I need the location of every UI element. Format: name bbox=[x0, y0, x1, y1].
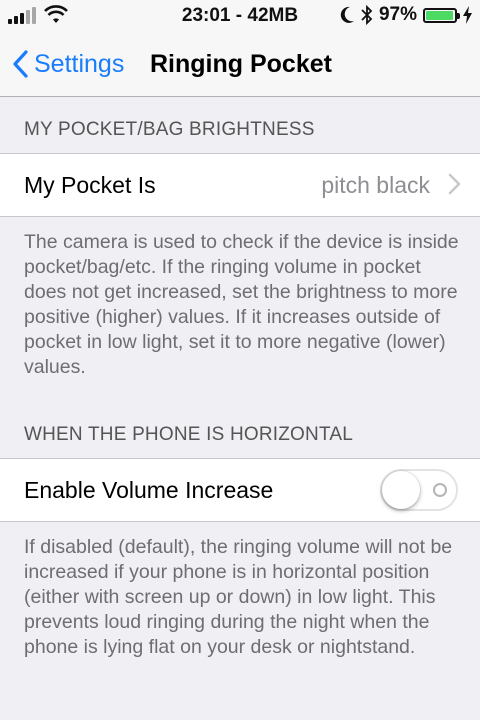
horizontal-footer-text: If disabled (default), the ringing volum… bbox=[24, 536, 453, 658]
my-pocket-is-cell[interactable]: My Pocket Is pitch black bbox=[0, 153, 480, 217]
moon-icon bbox=[340, 6, 354, 23]
toggle-knob bbox=[382, 471, 420, 509]
brightness-footer-text: The camera is used to check if the devic… bbox=[24, 231, 459, 378]
charging-icon bbox=[463, 6, 472, 24]
status-bar: 23:01 - 42MB 97% bbox=[0, 0, 480, 32]
enable-volume-increase-cell: Enable Volume Increase bbox=[0, 458, 480, 522]
my-pocket-is-value: pitch black bbox=[321, 172, 430, 198]
battery-fill bbox=[426, 10, 454, 20]
battery-icon bbox=[423, 7, 460, 23]
navigation-bar: Settings Ringing Pocket bbox=[0, 32, 480, 97]
enable-volume-increase-label: Enable Volume Increase bbox=[24, 477, 274, 503]
toggle-off-icon bbox=[433, 483, 447, 497]
bluetooth-icon bbox=[361, 5, 373, 25]
chevron-left-icon bbox=[13, 50, 28, 78]
page-title: Ringing Pocket bbox=[150, 50, 332, 78]
section-header-horizontal: WHEN THE PHONE IS HORIZONTAL bbox=[24, 424, 353, 445]
back-button-label: Settings bbox=[34, 49, 125, 78]
chevron-right-icon bbox=[448, 173, 461, 195]
my-pocket-is-label: My Pocket Is bbox=[24, 172, 156, 198]
enable-volume-increase-toggle[interactable] bbox=[380, 469, 458, 511]
battery-percent: 97% bbox=[378, 4, 417, 25]
section-header-brightness: MY POCKET/BAG BRIGHTNESS bbox=[24, 119, 315, 140]
back-button[interactable]: Settings bbox=[12, 46, 124, 82]
